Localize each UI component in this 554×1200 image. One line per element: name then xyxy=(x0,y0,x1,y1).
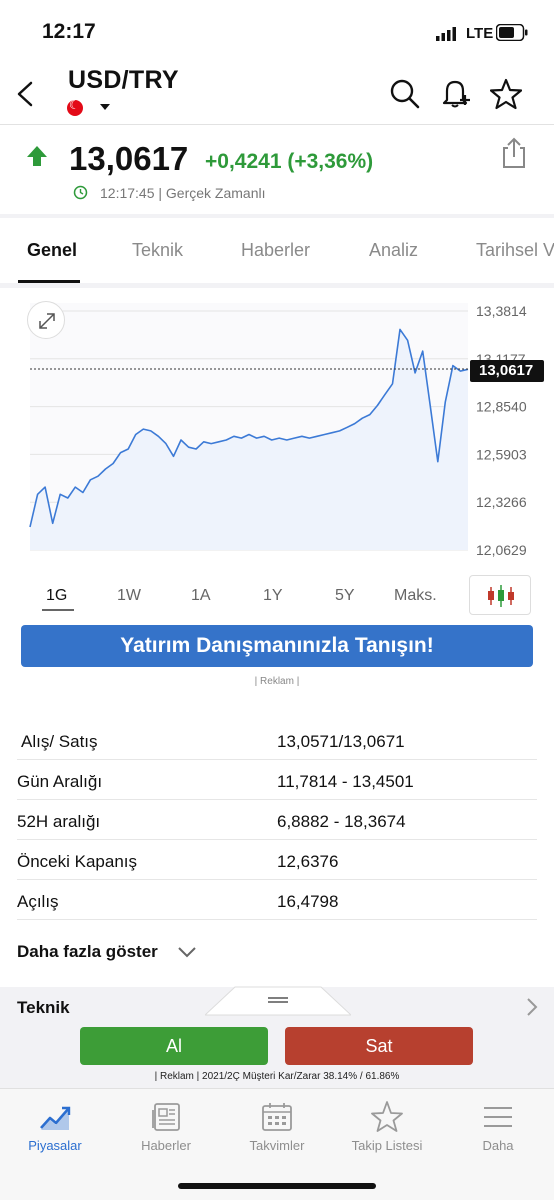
risk-disclaimer: | Reklam | 2021/2Ç Müşteri Kar/Zarar 38.… xyxy=(154,1071,400,1082)
home-indicator xyxy=(178,1183,376,1189)
caret-down-icon xyxy=(100,104,110,110)
watchlist-star-button[interactable] xyxy=(490,78,522,110)
nav-label: Takvimler xyxy=(249,1138,305,1153)
chevron-right-icon[interactable] xyxy=(526,997,538,1017)
detail-value: 11,7814 - 13,4501 xyxy=(277,772,414,791)
add-alert-button[interactable] xyxy=(439,76,473,110)
row-divider xyxy=(17,839,537,840)
show-more-label: Daha fazla göster xyxy=(17,942,158,961)
share-button[interactable] xyxy=(500,137,528,169)
current-price-tag: 13,0617 xyxy=(470,360,544,382)
search-icon xyxy=(390,79,420,109)
ad-label: | Reklam | xyxy=(254,676,300,687)
y-tick-label: 12,3266 xyxy=(476,494,527,510)
nav-label: Daha xyxy=(482,1138,514,1153)
nav-item-piyasalar[interactable]: Piyasalar xyxy=(0,1100,110,1153)
calendar-icon xyxy=(260,1100,294,1134)
quote-time: 12:17:45 | Gerçek Zamanlı xyxy=(100,185,266,201)
search-button[interactable] xyxy=(389,78,421,110)
y-tick-label: 12,8540 xyxy=(476,399,527,415)
arrow-up-icon xyxy=(26,145,48,167)
show-more-button[interactable]: Daha fazla göster xyxy=(17,942,158,962)
price-chart[interactable]: 13,381413,117712,854012,590312,326612,06… xyxy=(0,288,554,564)
buy-button[interactable]: Al xyxy=(80,1027,268,1065)
detail-label: Önceki Kapanış xyxy=(17,852,138,871)
range-1g[interactable]: 1G xyxy=(46,587,67,605)
tab-haberler[interactable]: Haberler xyxy=(241,240,310,261)
ad-banner-button[interactable]: Yatırım Danışmanınızla Tanışın! xyxy=(21,625,533,667)
range-1a[interactable]: 1A xyxy=(191,587,211,605)
star-icon xyxy=(370,1100,404,1134)
nav-label: Takip Listesi xyxy=(351,1138,423,1153)
nav-item-haberler[interactable]: Haberler xyxy=(111,1100,221,1153)
detail-value: 6,8882 - 18,3674 xyxy=(277,812,406,831)
detail-value: 12,6376 xyxy=(277,852,339,871)
menu-icon xyxy=(481,1100,515,1134)
nav-item-takvimler[interactable]: Takvimler xyxy=(222,1100,332,1153)
turkey-flag-icon xyxy=(67,98,83,116)
y-tick-label: 13,3814 xyxy=(476,303,527,319)
tab-teknik[interactable]: Teknik xyxy=(132,240,183,261)
detail-value: 16,4798 xyxy=(277,892,339,911)
range-1y[interactable]: 1Y xyxy=(263,587,283,605)
chart-type-button[interactable] xyxy=(469,575,531,615)
battery-icon xyxy=(496,24,528,41)
range-active-indicator xyxy=(42,609,74,611)
header-divider xyxy=(0,124,554,125)
nav-label: Piyasalar xyxy=(28,1138,82,1153)
range-max[interactable]: Maks. xyxy=(394,587,437,605)
row-divider xyxy=(17,799,537,800)
y-tick-label: 12,5903 xyxy=(476,446,527,462)
detail-label: 52H aralığı xyxy=(17,812,101,831)
nav-label: Haberler xyxy=(141,1138,191,1153)
tab-analiz[interactable]: Analiz xyxy=(369,240,418,261)
sell-button[interactable]: Sat xyxy=(285,1027,473,1065)
signal-icon xyxy=(436,27,458,41)
drag-handle[interactable] xyxy=(205,985,351,1017)
y-tick-label: 12,0629 xyxy=(476,542,527,558)
bell-plus-icon xyxy=(442,80,470,108)
section-divider xyxy=(0,214,554,218)
exchange-dropdown[interactable] xyxy=(99,103,111,111)
chart-icon xyxy=(38,1100,72,1134)
detail-label: Alış/ Satış xyxy=(21,732,98,751)
network-type: LTE xyxy=(466,25,494,42)
news-icon xyxy=(149,1100,183,1134)
chevron-down-icon[interactable] xyxy=(177,946,197,958)
candlestick-icon xyxy=(488,585,514,607)
detail-label: Gün Aralığı xyxy=(17,772,103,791)
detail-value: 13,0571/13,0671 xyxy=(277,732,405,751)
back-button[interactable] xyxy=(14,80,36,108)
share-icon xyxy=(503,137,525,168)
star-icon xyxy=(490,78,522,110)
nav-item-daha[interactable]: Daha xyxy=(443,1100,553,1153)
row-divider xyxy=(17,879,537,880)
last-price: 13,0617 xyxy=(69,140,189,177)
clock-icon xyxy=(73,185,88,200)
expand-icon xyxy=(39,313,55,329)
page-title: USD/TRY xyxy=(68,66,179,94)
tab-tarihsel[interactable]: Tarihsel V xyxy=(476,240,554,261)
range-5y[interactable]: 5Y xyxy=(335,587,355,605)
chevron-left-icon xyxy=(17,81,33,107)
technical-label: Teknik xyxy=(17,998,70,1017)
nav-item-takip-listesi[interactable]: Takip Listesi xyxy=(332,1100,442,1153)
detail-label: Açılış xyxy=(17,892,59,911)
tab-genel[interactable]: Genel xyxy=(27,240,77,261)
row-divider xyxy=(17,919,537,920)
price-change: +0,4241 (+3,36%) xyxy=(205,150,374,173)
status-time: 12:17 xyxy=(42,20,96,43)
expand-chart-button[interactable] xyxy=(27,301,65,339)
range-1w[interactable]: 1W xyxy=(117,587,141,605)
row-divider xyxy=(17,759,537,760)
